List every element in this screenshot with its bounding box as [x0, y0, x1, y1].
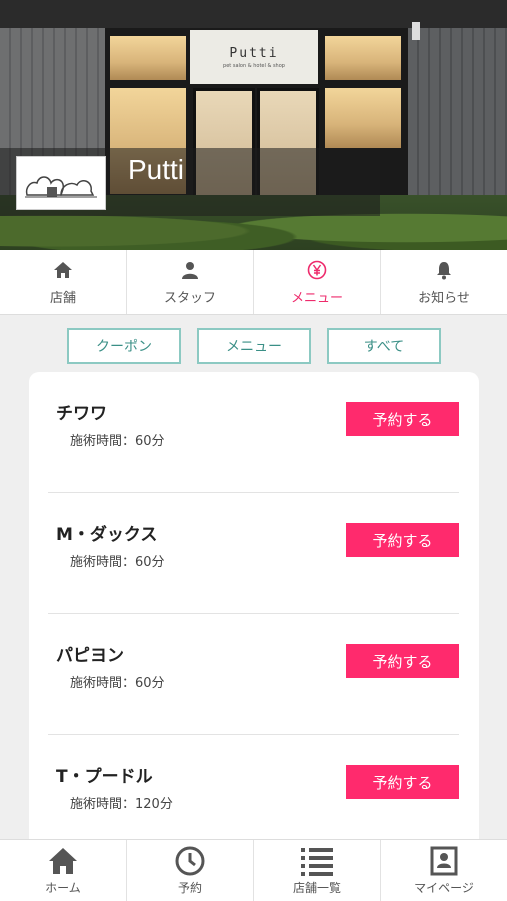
shop-name: Putti	[128, 154, 185, 185]
storefront-window	[325, 36, 401, 80]
nav-label: ホーム	[45, 881, 81, 895]
bell-icon	[434, 259, 454, 281]
shop-hero-image: Putti pet salon & hotel & shop	[0, 0, 507, 250]
nav-mypage[interactable]: マイページ	[381, 840, 507, 901]
menu-item-duration: 施術時間：60分	[70, 676, 165, 691]
tab-label: スタッフ	[163, 290, 216, 306]
filter-coupon-button[interactable]: クーポン	[67, 328, 181, 364]
reserve-button[interactable]: 予約する	[346, 765, 459, 799]
menu-item-name: M・ダックス	[56, 525, 158, 545]
person-icon	[181, 259, 199, 281]
profile-card-icon	[430, 845, 458, 877]
storefront-window	[325, 88, 401, 148]
nav-label: マイページ	[414, 881, 474, 895]
menu-item-duration: 施術時間：120分	[70, 797, 173, 812]
clock-icon	[175, 845, 205, 877]
nav-reserve[interactable]: 予約	[127, 840, 254, 901]
tab-news[interactable]: お知らせ	[381, 250, 507, 314]
dog-logo-icon	[25, 176, 97, 198]
storefront-sign-subtext: pet salon & hotel & shop	[223, 62, 285, 69]
reserve-button[interactable]: 予約する	[346, 402, 459, 436]
tab-menu[interactable]: メニュー	[254, 250, 381, 314]
shop-tabs: 店舗 スタッフ メニュー お知らせ	[0, 250, 507, 315]
list-icon	[300, 845, 334, 877]
reserve-button[interactable]: 予約する	[346, 523, 459, 557]
filter-menu-button[interactable]: メニュー	[197, 328, 311, 364]
tab-staff[interactable]: スタッフ	[127, 250, 254, 314]
menu-item-name: チワワ	[56, 404, 107, 424]
shop-logo	[16, 156, 106, 210]
nav-label: 店舗一覧	[292, 881, 341, 895]
menu-item-duration: 施術時間：60分	[70, 434, 165, 449]
home-icon	[53, 259, 73, 281]
tab-store[interactable]: 店舗	[0, 250, 127, 314]
divider	[48, 492, 459, 493]
bottom-navigation: ホーム 予約 店舗一覧 マイページ	[0, 839, 507, 901]
reserve-button[interactable]: 予約する	[346, 644, 459, 678]
wall-sign	[412, 22, 420, 40]
tab-label: メニュー	[290, 290, 343, 306]
nav-label: 予約	[177, 881, 202, 895]
menu-item-name: パピヨン	[56, 646, 124, 666]
tab-label: お知らせ	[418, 290, 470, 306]
menu-item-duration: 施術時間：60分	[70, 555, 165, 570]
storefront-window	[110, 36, 186, 80]
storefront-canopy	[0, 0, 507, 28]
storefront-sign-text: Putti	[229, 45, 279, 61]
divider	[48, 613, 459, 614]
home-icon	[48, 845, 78, 877]
nav-store-list[interactable]: 店舗一覧	[254, 840, 381, 901]
storefront-sign: Putti pet salon & hotel & shop	[190, 30, 318, 84]
yen-icon	[307, 259, 327, 281]
filter-all-button[interactable]: すべて	[327, 328, 441, 364]
tab-label: 店舗	[49, 290, 76, 306]
nav-home[interactable]: ホーム	[0, 840, 127, 901]
divider	[48, 734, 459, 735]
menu-item-name: T・プードル	[56, 767, 153, 787]
